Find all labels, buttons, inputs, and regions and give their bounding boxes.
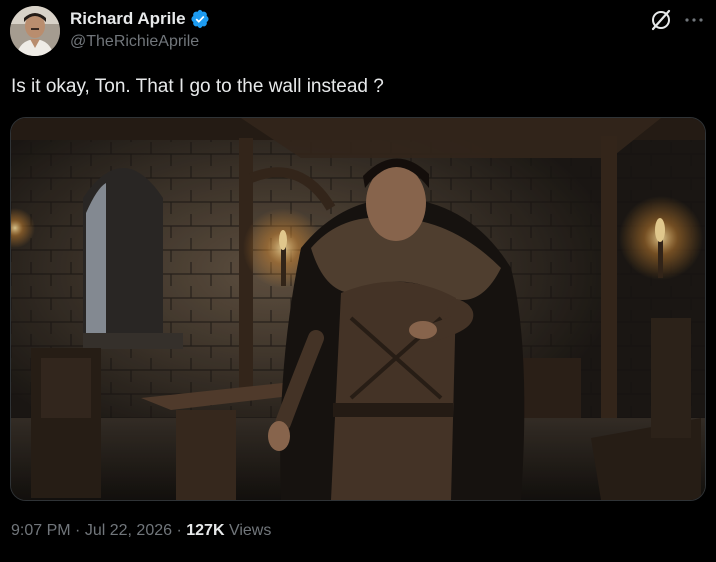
- verified-badge-icon[interactable]: [190, 9, 210, 29]
- author-name-row: Richard Aprile: [70, 8, 210, 30]
- avatar-photo-icon: [10, 6, 60, 56]
- avatar[interactable]: [10, 6, 60, 56]
- tweet-card: Richard Aprile @TheRichieAprile Is it ok…: [0, 0, 716, 562]
- tweet-media-image[interactable]: [10, 117, 706, 501]
- more-options-button[interactable]: [682, 8, 706, 32]
- tweet-text: Is it okay, Ton. That I go to the wall i…: [11, 76, 384, 97]
- author-display-name[interactable]: Richard Aprile: [70, 9, 186, 29]
- views-label: Views: [228, 522, 272, 539]
- views-count: 127K: [186, 522, 225, 539]
- tweet-time[interactable]: 9:07 PM: [11, 522, 71, 539]
- tweet-date[interactable]: Jul 22, 2026: [85, 522, 172, 539]
- meta-separator: ·: [75, 522, 81, 539]
- grok-button[interactable]: [649, 8, 673, 32]
- grok-slash-circle-icon: [651, 9, 671, 31]
- more-horizontal-icon: [685, 18, 703, 22]
- meta-separator: ·: [176, 522, 182, 539]
- medieval-hall-photo: [11, 118, 705, 500]
- tweet-meta: 9:07 PM · Jul 22, 2026 · 127K Views: [11, 522, 271, 540]
- author-handle[interactable]: @TheRichieAprile: [70, 33, 199, 51]
